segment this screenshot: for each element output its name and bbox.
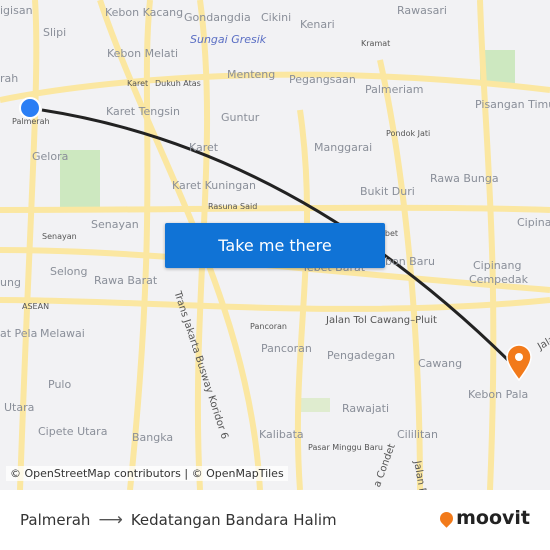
arrow-right-icon: ⟶ (98, 510, 123, 530)
map-label: Pancoran (250, 322, 287, 331)
map-label: Palmeriam (365, 83, 424, 96)
map-label: Pulo (48, 378, 72, 391)
map-label: Bukit Duri (360, 185, 415, 198)
map-label: Rawa Bunga (430, 172, 499, 185)
origin-marker[interactable] (19, 97, 41, 119)
map-label: Kramat (361, 39, 391, 48)
map-label: Cipinang (517, 216, 550, 229)
map-label: Kebon Melati (107, 47, 179, 60)
map-label: Rawajati (342, 402, 390, 415)
map-label: Pondok Jati (386, 129, 431, 138)
map-label: Senayan (91, 218, 139, 231)
map-label: Selong (50, 265, 88, 278)
map-label: Kenari (300, 18, 335, 31)
map-label: Dukuh Atas (155, 79, 201, 88)
map-label: Utara (4, 401, 35, 414)
map-label: at Pela (0, 327, 38, 340)
map-label: Karet Tengsin (106, 105, 180, 118)
map-label: Menteng (227, 68, 276, 81)
map-label: ung (0, 276, 21, 289)
map-label: Pegangsaan (289, 73, 356, 86)
map-label: Cikini (261, 11, 292, 24)
moovit-logo: moovit (437, 507, 530, 529)
map-label: Kebon Pala (468, 388, 529, 401)
map-label: Guntur (221, 111, 260, 124)
map-label: Cililitan (397, 428, 438, 441)
map-label: Sungai Gresik (190, 33, 267, 46)
map-label: Karet (127, 79, 149, 88)
map-label: Cempedak (469, 273, 529, 286)
map-label: bon Baru (385, 255, 435, 268)
map-label: Melawai (40, 327, 85, 340)
map-label: Cipinang (473, 259, 522, 272)
destination-name: Kedatangan Bandara Halim (130, 511, 337, 529)
moovit-logo-text: moovit (456, 507, 530, 529)
map-label: Gelora (32, 150, 69, 163)
map-label: Palmerah (12, 117, 50, 126)
map-label: Pancoran (261, 342, 312, 355)
map-label: Rawasari (397, 4, 447, 17)
map-label: Jalan Tol Cawang–Pluit (326, 315, 437, 326)
map[interactable]: igisan Kebon Kacang Gondangdia Cikini Kenari… (0, 0, 550, 490)
footer: Palmerah ⟶ Kedatangan Bandara Halim moov… (0, 490, 550, 550)
park (300, 398, 330, 412)
origin-name: Palmerah (20, 511, 91, 529)
map-label: igisan (0, 4, 33, 17)
map-label: Senayan (42, 232, 77, 241)
map-attribution[interactable]: © OpenStreetMap contributors | © OpenMap… (6, 466, 288, 481)
map-label: Karet Kuningan (172, 179, 256, 192)
map-label: Cipete Utara (38, 425, 108, 438)
map-label: Slipi (43, 26, 67, 39)
map-label: Bangka (132, 431, 174, 444)
map-label: Pengadegan (327, 349, 396, 362)
route-summary: Palmerah ⟶ Kedatangan Bandara Halim (20, 510, 337, 530)
map-label: Pisangan Timur (475, 98, 550, 111)
map-label: Karet (189, 141, 219, 154)
moovit-pin-icon (437, 508, 456, 528)
destination-marker[interactable] (506, 344, 532, 382)
map-label: Kebon Kacang (105, 6, 184, 19)
map-label: Rasuna Said (208, 202, 258, 211)
map-label: Pasar Minggu Baru (308, 443, 383, 452)
map-label: ASEAN (22, 302, 50, 311)
map-label: rah (0, 72, 19, 85)
map-label: Gondangdia (184, 11, 251, 24)
take-me-there-button[interactable]: Take me there (165, 223, 385, 268)
map-label: Kalibata (259, 428, 304, 441)
map-label: Rawa Barat (94, 274, 158, 287)
map-label: Manggarai (314, 141, 373, 154)
map-label: Cawang (418, 357, 463, 370)
